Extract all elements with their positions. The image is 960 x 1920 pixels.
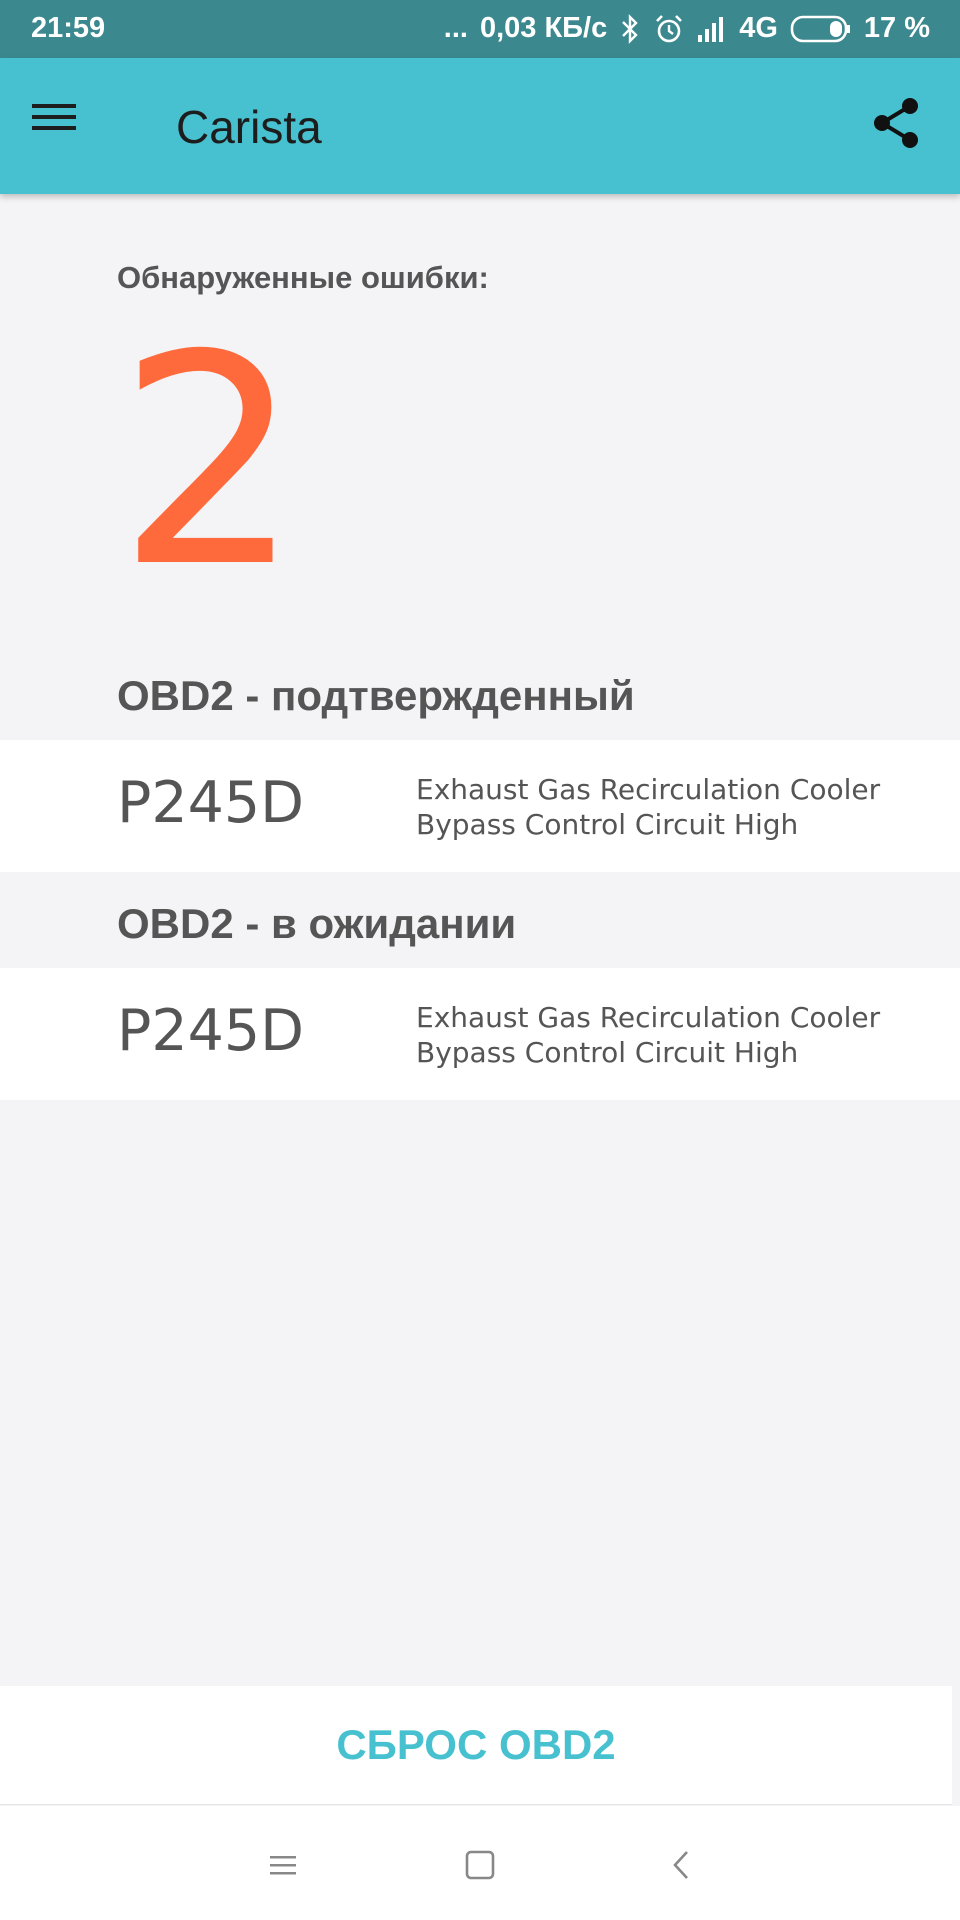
dtc-description: Exhaust Gas Recirculation Cooler Bypass … — [416, 1000, 936, 1070]
reset-obd2-button[interactable]: СБРОС OBD2 — [0, 1686, 952, 1804]
status-icons: ... 0,03 КБ/с 4G 17 % — [444, 12, 930, 45]
app-title: Carista — [176, 101, 322, 153]
back-icon[interactable] — [657, 1840, 707, 1890]
dtc-row[interactable]: P245D Exhaust Gas Recirculation Cooler B… — [0, 968, 960, 1100]
battery-icon — [790, 14, 852, 44]
dtc-description: Exhaust Gas Recirculation Cooler Bypass … — [416, 772, 936, 842]
network-type: 4G — [739, 12, 778, 44]
errors-count: 2 — [117, 294, 302, 631]
status-time: 21:59 — [31, 12, 106, 44]
dtc-code: P245D — [117, 770, 305, 836]
bluetooth-icon — [619, 13, 641, 44]
alarm-icon — [653, 13, 685, 45]
network-speed: 0,03 КБ/с — [479, 12, 608, 44]
dtc-description-line: Exhaust Gas Recirculation Cooler — [416, 1001, 881, 1034]
home-icon[interactable] — [455, 1840, 505, 1890]
signal-icon — [697, 15, 727, 43]
share-icon[interactable] — [870, 96, 930, 156]
status-bar: 21:59 ... 0,03 КБ/с 4G 17 % — [0, 0, 960, 58]
dtc-code: P245D — [117, 998, 305, 1064]
errors-found-label: Обнаруженные ошибки: — [117, 260, 489, 295]
system-nav-bar — [0, 1806, 960, 1920]
app-bar: Carista — [0, 58, 960, 194]
status-dots: ... — [443, 12, 468, 44]
hamburger-menu-icon[interactable] — [30, 96, 110, 156]
section-header-confirmed: OBD2 - подтвержденный — [117, 672, 635, 719]
section-header-pending: OBD2 - в ожидании — [117, 900, 517, 947]
dtc-description-line: Bypass Control Circuit High — [416, 808, 799, 841]
dtc-description-line: Exhaust Gas Recirculation Cooler — [416, 773, 881, 806]
reset-bar: СБРОС OBD2 — [0, 1686, 952, 1805]
dtc-row[interactable]: P245D Exhaust Gas Recirculation Cooler B… — [0, 740, 960, 872]
recents-icon[interactable] — [258, 1840, 308, 1890]
dtc-description-line: Bypass Control Circuit High — [416, 1036, 799, 1069]
battery-percent: 17 % — [863, 12, 930, 44]
